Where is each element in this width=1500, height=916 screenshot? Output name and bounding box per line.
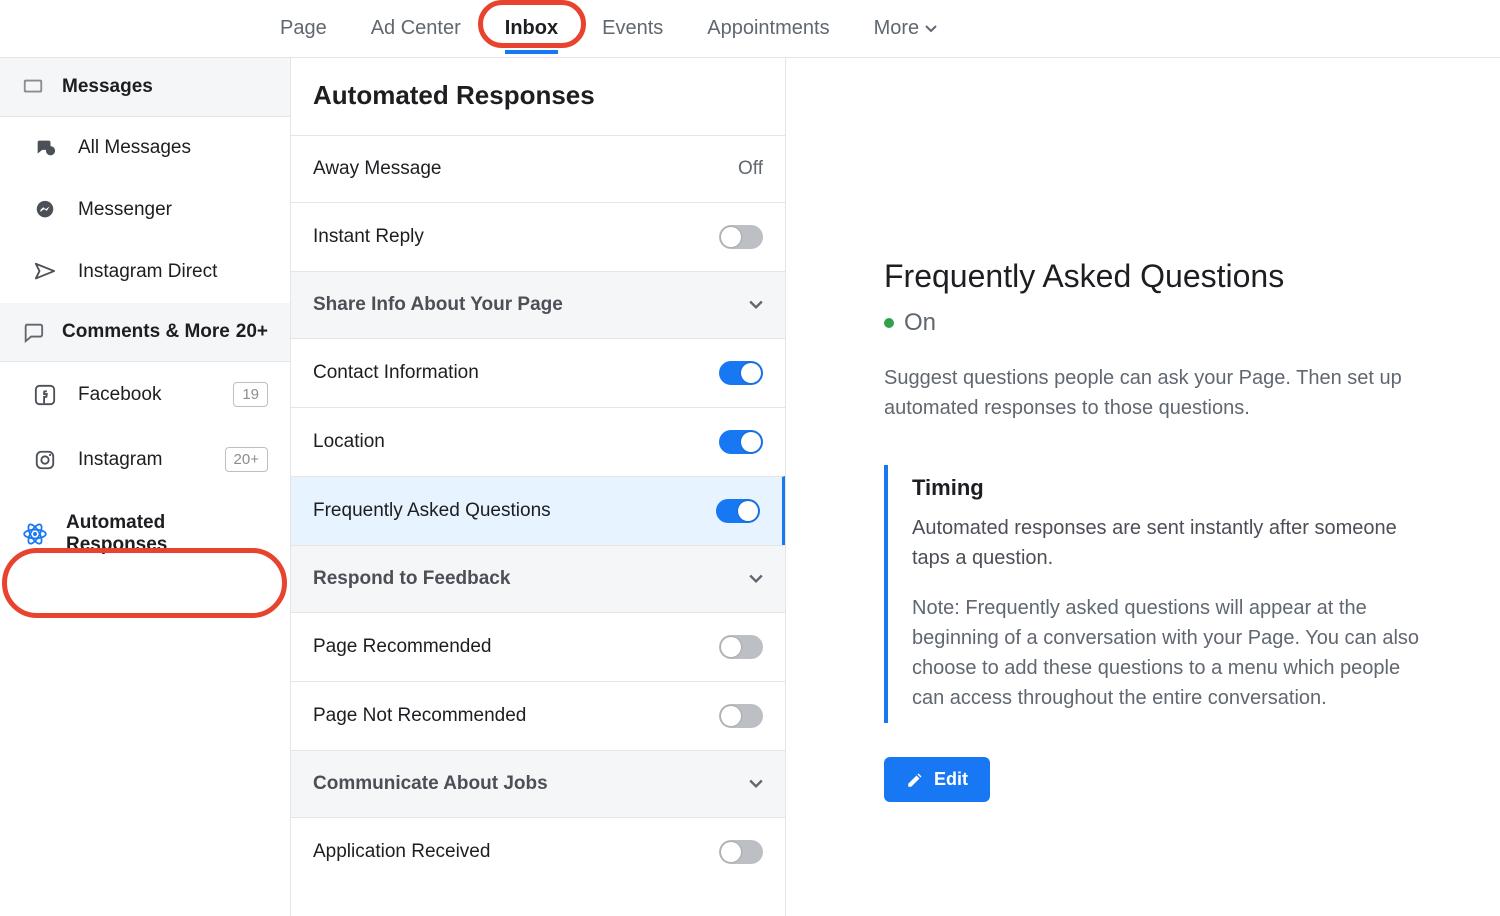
response-row[interactable]: Application Received	[291, 817, 785, 886]
info-title: Timing	[912, 475, 1436, 501]
edit-button[interactable]: Edit	[884, 757, 990, 802]
toggle-switch[interactable]	[719, 430, 763, 454]
row-label: Respond to Feedback	[313, 568, 749, 590]
notification-badge: 20+	[236, 321, 268, 343]
sidebar-item-label: Facebook	[78, 384, 233, 406]
chevron-down-icon	[925, 25, 937, 33]
sidebar-item-label: Instagram	[78, 449, 225, 471]
row-label: Frequently Asked Questions	[313, 500, 716, 522]
row-label: Location	[313, 431, 719, 453]
sidebar-section-comments[interactable]: Comments & More 20+	[0, 303, 290, 362]
instagram-icon	[34, 449, 60, 471]
sidebar-item-label: Instagram Direct	[78, 261, 268, 283]
toggle-switch[interactable]	[719, 704, 763, 728]
toggle-knob	[738, 501, 758, 521]
chevron-down-icon	[749, 779, 763, 789]
panel-title: Automated Responses	[291, 58, 785, 135]
nav-label: Appointments	[707, 17, 829, 40]
toggle-knob	[721, 842, 741, 862]
sidebar-item-automated-responses[interactable]: Automated Responses	[0, 492, 290, 576]
nav-item-ad-center[interactable]: Ad Center	[371, 17, 461, 40]
sidebar-section-label: Messages	[62, 76, 153, 98]
facebook-icon	[34, 384, 60, 406]
nav-label: More	[874, 17, 920, 40]
messages-icon	[22, 76, 44, 98]
nav-item-more[interactable]: More	[874, 17, 938, 40]
atom-icon	[22, 521, 48, 547]
nav-item-events[interactable]: Events	[602, 17, 663, 40]
nav-item-page[interactable]: Page	[280, 17, 327, 40]
toggle-switch[interactable]	[716, 499, 760, 523]
toggle-switch[interactable]	[719, 361, 763, 385]
response-group-header[interactable]: Communicate About Jobs	[291, 750, 785, 817]
row-label: Share Info About Your Page	[313, 294, 749, 316]
response-group-header[interactable]: Respond to Feedback	[291, 545, 785, 612]
response-row[interactable]: Page Not Recommended	[291, 681, 785, 750]
row-label: Page Recommended	[313, 636, 719, 658]
chat-bubbles-icon	[34, 137, 60, 159]
toggle-knob	[741, 363, 761, 383]
status-text: On	[904, 309, 936, 337]
messenger-icon	[34, 199, 60, 221]
nav-label: Inbox	[505, 17, 558, 40]
row-label: Contact Information	[313, 362, 719, 384]
toggle-switch[interactable]	[719, 840, 763, 864]
sidebar-item-label: Automated Responses	[66, 512, 268, 556]
response-row[interactable]: Contact Information	[291, 338, 785, 407]
row-label: Communicate About Jobs	[313, 773, 749, 795]
count-badge: 19	[233, 382, 268, 407]
status-off-text: Off	[738, 158, 763, 180]
response-row[interactable]: Instant Reply	[291, 202, 785, 271]
toggle-knob	[741, 432, 761, 452]
sidebar-item-facebook[interactable]: Facebook 19	[0, 362, 290, 427]
sidebar-section-label: Comments & More	[62, 321, 236, 343]
timing-info-block: Timing Automated responses are sent inst…	[884, 465, 1440, 723]
row-label: Instant Reply	[313, 226, 719, 248]
toggle-knob	[721, 227, 741, 247]
top-nav: Page Ad Center Inbox Events Appointments…	[0, 0, 1500, 58]
sidebar: Messages All Messages Messenger Instagra…	[0, 58, 290, 916]
row-label: Away Message	[313, 158, 738, 180]
info-paragraph: Automated responses are sent instantly a…	[912, 513, 1436, 573]
response-row[interactable]: Away MessageOff	[291, 135, 785, 202]
sidebar-item-all-messages[interactable]: All Messages	[0, 117, 290, 179]
nav-label: Page	[280, 17, 327, 40]
count-badge: 20+	[225, 447, 268, 472]
sidebar-item-label: All Messages	[78, 137, 268, 159]
sidebar-item-instagram[interactable]: Instagram 20+	[0, 427, 290, 492]
pencil-icon	[906, 771, 924, 789]
detail-description: Suggest questions people can ask your Pa…	[884, 363, 1440, 423]
toggle-switch[interactable]	[719, 225, 763, 249]
detail-heading: Frequently Asked Questions	[884, 258, 1440, 295]
status-dot-icon	[884, 318, 894, 328]
sidebar-section-messages[interactable]: Messages	[0, 58, 290, 117]
info-note: Note: Frequently asked questions will ap…	[912, 593, 1436, 713]
toggle-knob	[721, 706, 741, 726]
nav-label: Ad Center	[371, 17, 461, 40]
status-line: On	[884, 309, 1440, 337]
chevron-down-icon	[749, 574, 763, 584]
sidebar-item-label: Messenger	[78, 199, 268, 221]
sidebar-item-messenger[interactable]: Messenger	[0, 179, 290, 241]
responses-list: Away MessageOff Instant Reply Share Info A…	[291, 135, 785, 916]
nav-item-inbox[interactable]: Inbox	[505, 17, 558, 40]
nav-label: Events	[602, 17, 663, 40]
automated-responses-panel: Automated Responses Away MessageOff Insta…	[290, 58, 786, 916]
response-row[interactable]: Page Recommended	[291, 612, 785, 681]
edit-button-label: Edit	[934, 769, 968, 790]
detail-panel: Frequently Asked Questions On Suggest qu…	[786, 58, 1500, 916]
sidebar-item-instagram-direct[interactable]: Instagram Direct	[0, 241, 290, 303]
response-row[interactable]: Frequently Asked Questions	[291, 476, 785, 545]
toggle-knob	[721, 637, 741, 657]
response-group-header[interactable]: Share Info About Your Page	[291, 271, 785, 338]
chevron-down-icon	[749, 300, 763, 310]
comment-icon	[22, 321, 44, 343]
row-label: Application Received	[313, 841, 719, 863]
nav-item-appointments[interactable]: Appointments	[707, 17, 829, 40]
response-row[interactable]: Location	[291, 407, 785, 476]
row-label: Page Not Recommended	[313, 705, 719, 727]
paper-plane-icon	[34, 261, 60, 283]
toggle-switch[interactable]	[719, 635, 763, 659]
